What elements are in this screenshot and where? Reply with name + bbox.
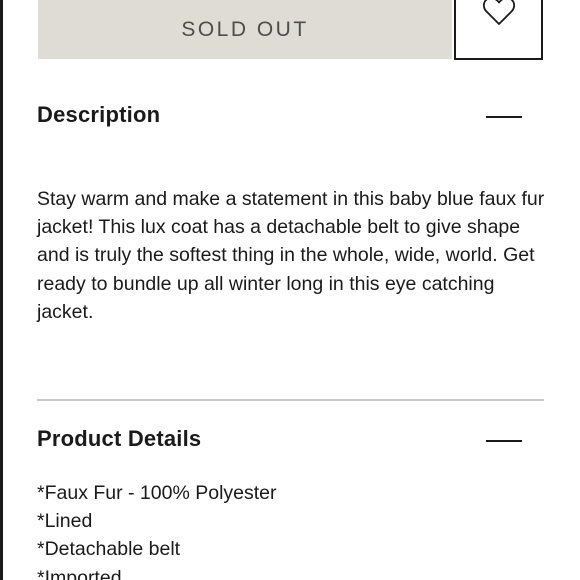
product-info-page: SOLD OUT Description Stay warm and make … [0,0,580,580]
list-item: *Faux Fur - 100% Polyester [37,482,277,504]
description-text: Stay warm and make a statement in this b… [37,188,545,323]
window-edge [0,0,3,580]
description-collapse-icon[interactable] [486,116,522,118]
list-item: *Lined [37,510,93,533]
wishlist-button[interactable] [454,0,543,60]
section-divider [37,399,544,401]
list-item: *Detachable belt [37,538,181,561]
product-details-collapse-icon[interactable] [486,440,522,442]
description-heading: Description [37,102,161,127]
sold-out-button[interactable]: SOLD OUT [38,0,452,59]
list-item: *Imported [37,566,122,580]
heart-icon [482,0,515,25]
product-details-heading: Product Details [37,426,202,451]
product-details-list: *Faux Fur - 100% Polyester *Lined *Detac… [37,479,277,580]
sold-out-label: SOLD OUT [181,17,309,41]
